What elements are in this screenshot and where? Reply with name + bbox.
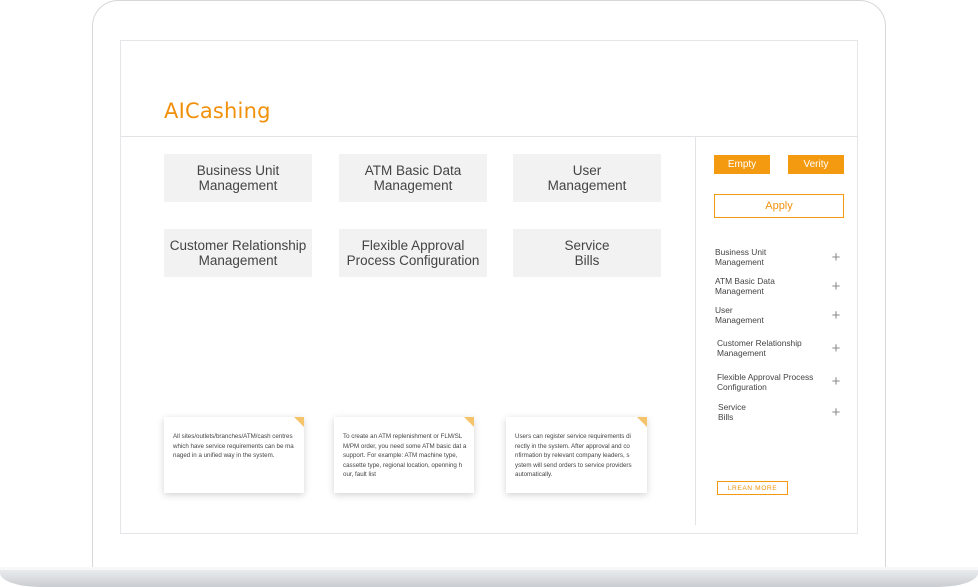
tile-user-management[interactable]: User Management: [513, 154, 661, 202]
tile-service-bills[interactable]: Service Bills: [513, 229, 661, 277]
empty-button[interactable]: Empty: [714, 155, 770, 174]
card-corner-icon: [294, 417, 304, 427]
sidebar-item-atm-basic-data-management[interactable]: ATM Basic Data Management: [715, 276, 843, 299]
laptop-base: [0, 567, 978, 587]
tile-customer-relationship-management[interactable]: Customer Relationship Management: [164, 229, 312, 277]
header-divider: [121, 136, 857, 137]
card-text: All sites/outlets/branches/ATM/cash cent…: [173, 433, 294, 459]
plus-icon[interactable]: +: [829, 374, 843, 389]
card-corner-icon: [637, 417, 647, 427]
verify-button[interactable]: Verity: [788, 155, 844, 174]
description-card-atm-basic-data: To create an ATM replenishment or FLM/SL…: [334, 417, 474, 493]
plus-icon[interactable]: +: [829, 341, 843, 356]
card-text: To create an ATM replenishment or FLM/SL…: [343, 433, 467, 478]
sidebar-item-customer-relationship-management[interactable]: Customer Relationship Management: [717, 338, 845, 361]
panel-divider: [695, 137, 696, 525]
tile-atm-basic-data-management[interactable]: ATM Basic Data Management: [339, 154, 487, 202]
plus-icon[interactable]: +: [829, 279, 843, 294]
app-screen: AICashing Business Unit Management ATM B…: [120, 40, 858, 534]
card-corner-icon: [464, 417, 474, 427]
learn-more-button[interactable]: LREAN MORE: [717, 481, 788, 495]
plus-icon[interactable]: +: [829, 308, 843, 323]
card-text: Users can register service requirements …: [515, 433, 632, 478]
app-title: AICashing: [164, 99, 271, 123]
plus-icon[interactable]: +: [829, 405, 843, 420]
sidebar-item-flexible-approval-process-configuration[interactable]: Flexible Approval Process Configuration: [717, 372, 845, 395]
apply-button[interactable]: Apply: [714, 194, 844, 218]
sidebar-item-user-management[interactable]: User Management: [715, 305, 843, 328]
sidebar-item-business-unit-management[interactable]: Business Unit Management: [715, 247, 843, 270]
description-card-business-unit: All sites/outlets/branches/ATM/cash cent…: [164, 417, 304, 493]
tile-business-unit-management[interactable]: Business Unit Management: [164, 154, 312, 202]
sidebar-item-service-bills[interactable]: Service Bills: [718, 402, 846, 425]
plus-icon[interactable]: +: [829, 250, 843, 265]
description-card-user-management: Users can register service requirements …: [506, 417, 647, 493]
tile-flexible-approval-process-configuration[interactable]: Flexible Approval Process Configuration: [339, 229, 487, 277]
